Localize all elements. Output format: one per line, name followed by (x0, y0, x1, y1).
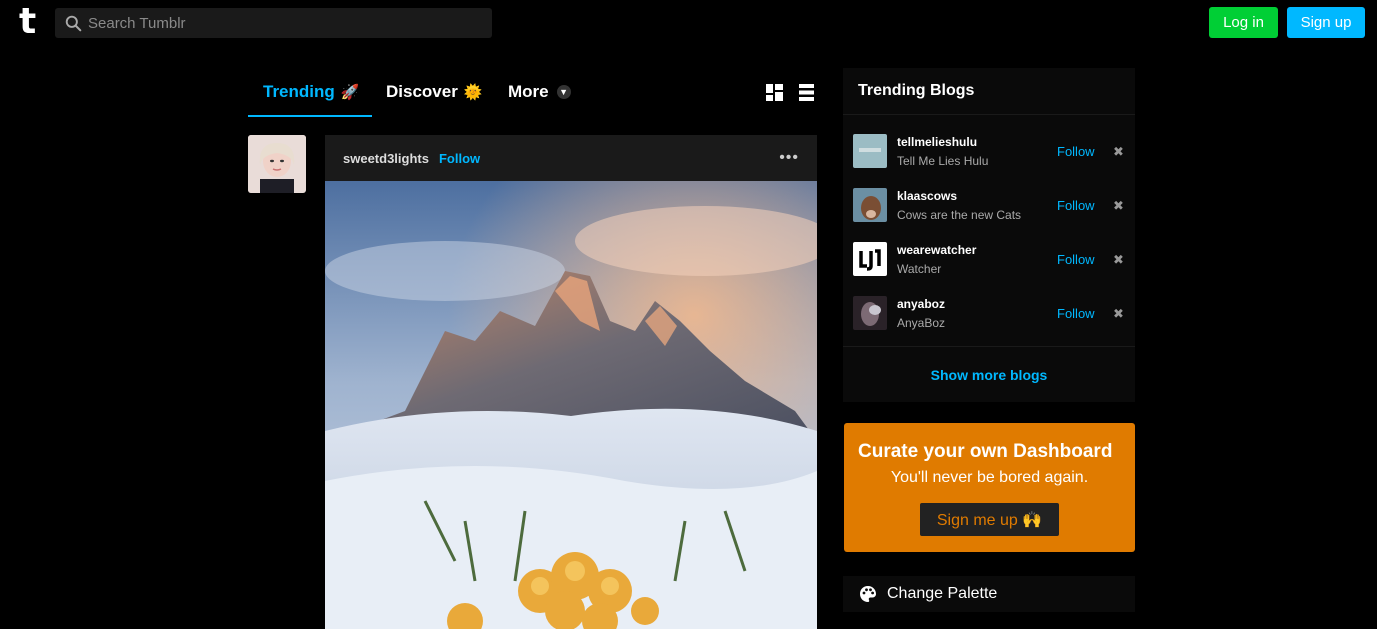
trending-blogs-title: Trending Blogs (858, 82, 975, 99)
follow-button[interactable]: Follow (1057, 144, 1095, 159)
blog-avatar[interactable] (853, 134, 887, 168)
divider (843, 114, 1135, 115)
more-options-icon[interactable]: ••• (779, 149, 799, 167)
tab-label: Trending (263, 82, 335, 101)
blog-row[interactable]: tellmelieshulu Tell Me Lies Hulu Follow … (853, 134, 1133, 180)
show-more-blogs-link[interactable]: Show more blogs (843, 367, 1135, 383)
blog-name[interactable]: wearewatcher (897, 243, 976, 257)
dismiss-icon[interactable]: ✖ (1113, 198, 1124, 214)
post-username[interactable]: sweetd3lights (343, 151, 429, 166)
trending-blogs-card: Trending Blogs tellmelieshulu Tell Me Li… (843, 68, 1135, 402)
blog-avatar[interactable] (853, 242, 887, 276)
search-bar[interactable] (55, 8, 492, 38)
curate-dashboard-card: Curate your own Dashboard You'll never b… (844, 423, 1135, 552)
tab-label: More (508, 82, 549, 101)
follow-button[interactable]: Follow (1057, 252, 1095, 267)
follow-button[interactable]: Follow (1057, 198, 1095, 213)
search-input[interactable] (88, 14, 468, 32)
post-header: sweetd3lights Follow ••• (325, 135, 817, 181)
grid-view-icon[interactable] (766, 84, 783, 101)
change-palette-button[interactable]: Change Palette (843, 576, 1135, 612)
rocket-icon: 🚀 (340, 84, 360, 101)
blog-description: AnyaBoz (897, 316, 946, 330)
post-image[interactable] (325, 181, 817, 629)
post-follow-button[interactable]: Follow (439, 151, 480, 166)
dismiss-icon[interactable]: ✖ (1113, 144, 1124, 160)
blog-row[interactable]: wearewatcher Watcher Follow ✖ (853, 242, 1133, 288)
tab-discover[interactable]: Discover 🌞 (386, 82, 483, 102)
blog-description: Cows are the new Cats (897, 208, 1022, 222)
tab-more[interactable]: More ▼ (508, 82, 571, 102)
blog-name[interactable]: anyaboz (897, 297, 945, 311)
active-tab-indicator (248, 115, 372, 117)
dismiss-icon[interactable]: ✖ (1113, 306, 1124, 322)
blog-avatar[interactable] (853, 188, 887, 222)
top-bar: t Log in Sign up (0, 0, 1377, 46)
tumblr-logo[interactable]: t (19, 4, 43, 40)
blog-row[interactable]: anyaboz AnyaBoz Follow ✖ (853, 296, 1133, 342)
dismiss-icon[interactable]: ✖ (1113, 252, 1124, 268)
list-view-icon[interactable] (799, 84, 814, 101)
follow-button[interactable]: Follow (1057, 306, 1095, 321)
tab-trending[interactable]: Trending 🚀 (263, 82, 359, 102)
blog-row[interactable]: klaascows Cows are the new Cats Follow ✖ (853, 188, 1133, 234)
change-palette-label: Change Palette (887, 585, 998, 602)
post-author-avatar[interactable] (248, 135, 306, 193)
curate-subtitle: You'll never be bored again. (890, 469, 1089, 486)
sun-icon: 🌞 (463, 84, 483, 101)
sign-me-up-button[interactable]: Sign me up 🙌 (920, 503, 1059, 536)
curate-title: Curate your own Dashboard (858, 441, 1113, 462)
palette-icon (860, 586, 876, 602)
login-button[interactable]: Log in (1209, 7, 1278, 38)
blog-description: Tell Me Lies Hulu (897, 154, 989, 168)
blog-description: Watcher (897, 262, 942, 276)
signup-button[interactable]: Sign up (1287, 7, 1365, 38)
chevron-down-icon: ▼ (556, 85, 571, 99)
feed-tabs: Trending 🚀 Discover 🌞 More ▼ (248, 70, 818, 118)
tab-label: Discover (386, 82, 458, 101)
blog-avatar[interactable] (853, 296, 887, 330)
blog-name[interactable]: tellmelieshulu (897, 135, 977, 149)
post-card: sweetd3lights Follow ••• (325, 135, 817, 629)
blog-name[interactable]: klaascows (897, 189, 957, 203)
search-icon (65, 15, 82, 31)
divider (843, 346, 1135, 347)
